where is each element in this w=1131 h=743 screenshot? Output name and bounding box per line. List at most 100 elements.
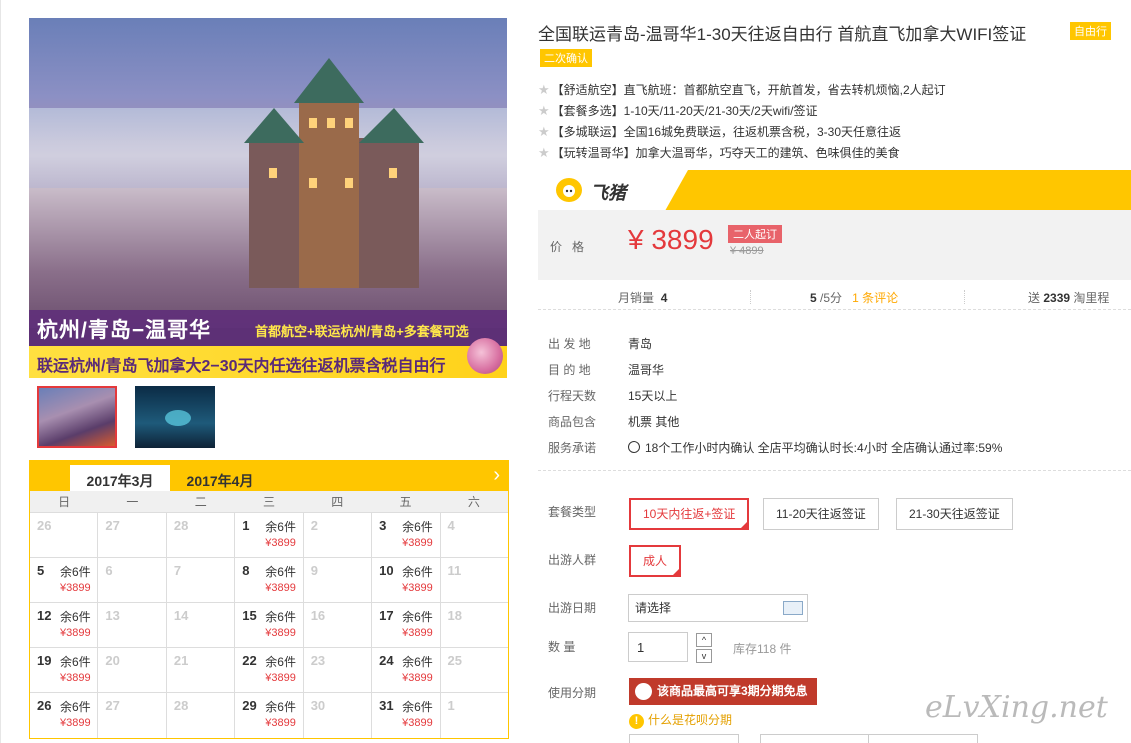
calendar-day-cell: 28 bbox=[167, 693, 236, 738]
calendar-day-cell: 20 bbox=[98, 648, 167, 692]
weekday: 四 bbox=[331, 495, 344, 509]
package-option-21-30day[interactable]: 21-30天往返签证 bbox=[896, 498, 1013, 530]
calendar-icon[interactable] bbox=[783, 601, 803, 615]
day-stock: 余6件 bbox=[265, 700, 296, 714]
stat-divider bbox=[750, 290, 751, 304]
day-number: 6 bbox=[105, 563, 113, 578]
thumbnail-2[interactable] bbox=[135, 386, 215, 448]
installment-plan-3[interactable] bbox=[868, 734, 978, 743]
info-row: 行程天数 15天以上 bbox=[548, 389, 678, 403]
weekday: 五 bbox=[399, 495, 412, 509]
badge-free-travel: 自由行 bbox=[1070, 22, 1111, 40]
info-row: 商品包含 机票 其他 bbox=[548, 415, 680, 429]
main-product-image[interactable]: 杭州/青岛−温哥华 首都航空+联运杭州/青岛+多套餐可选 联运杭州/青岛飞加拿大… bbox=[29, 18, 507, 378]
day-stock: 余6件 bbox=[402, 520, 433, 534]
huabei-help-link[interactable]: ! 什么是花呗分期 bbox=[629, 711, 732, 729]
day-price: ¥3899 bbox=[265, 537, 296, 549]
calendar-day-cell[interactable]: 10 余6件 ¥3899 bbox=[372, 558, 441, 602]
price-value: ¥ 3899 bbox=[628, 224, 714, 255]
calendar-day-cell[interactable]: 22 余6件 ¥3899 bbox=[235, 648, 304, 692]
rating: 5 /5分 1 条评论 bbox=[810, 291, 899, 305]
feature-item: ★ 【多城联运】全国16城免费联运，往返机票含税，3-30天任意往返 bbox=[538, 124, 902, 139]
day-number: 27 bbox=[105, 698, 120, 713]
check-circle-icon bbox=[628, 441, 640, 453]
day-number: 16 bbox=[310, 608, 326, 623]
mileage-gift: 送 2339 淘里程 bbox=[1028, 291, 1110, 305]
star-icon: ★ bbox=[538, 103, 550, 118]
quantity-up-button[interactable]: ^ bbox=[696, 633, 712, 647]
original-price: ¥ 4899 bbox=[730, 245, 764, 257]
travel-date-input[interactable]: 请选择 bbox=[628, 594, 808, 622]
day-number: 19 bbox=[37, 653, 52, 668]
calendar-day-cell[interactable]: 17 余6件 ¥3899 bbox=[372, 603, 441, 647]
quantity-label: 数 量 bbox=[548, 640, 576, 654]
calendar-day-cell[interactable]: 31 余6件 ¥3899 bbox=[372, 693, 441, 738]
info-icon: ! bbox=[629, 714, 644, 729]
installment-plan-2[interactable] bbox=[760, 734, 870, 743]
calendar-tab-april[interactable]: 2017年4月 bbox=[170, 465, 270, 491]
day-stock: 余6件 bbox=[402, 610, 433, 624]
brand-bar: 飞猪 bbox=[538, 170, 1131, 210]
day-number: 31 bbox=[379, 698, 394, 713]
weekday: 一 bbox=[126, 495, 139, 509]
quantity-input[interactable]: 1 bbox=[628, 632, 688, 662]
calendar-tab-march[interactable]: 2017年3月 bbox=[70, 465, 170, 491]
traveler-group-adult[interactable]: 成人 bbox=[629, 545, 682, 577]
calendar-day-cell[interactable]: 29 余6件 ¥3899 bbox=[235, 693, 304, 738]
day-price: ¥3899 bbox=[60, 717, 91, 729]
day-price: ¥3899 bbox=[60, 672, 91, 684]
calendar-day-cell[interactable]: 12 余6件 ¥3899 bbox=[30, 603, 99, 647]
calendar-day-cell[interactable]: 3 余6件 ¥3899 bbox=[372, 513, 441, 557]
section-divider bbox=[538, 470, 1131, 471]
calendar-day-cell: 6 bbox=[98, 558, 167, 602]
calendar-day-cell: 21 bbox=[167, 648, 236, 692]
sales-stats: 月销量 4 5 /5分 1 条评论 送 2339 淘里程 bbox=[538, 284, 1131, 310]
package-option-11-20day[interactable]: 11-20天往返签证 bbox=[763, 498, 879, 530]
day-price: ¥3899 bbox=[60, 582, 91, 594]
stat-divider bbox=[964, 290, 965, 304]
day-number: 9 bbox=[310, 563, 318, 578]
calendar-day-cell[interactable]: 1 余6件 ¥3899 bbox=[235, 513, 304, 557]
day-price: ¥3899 bbox=[402, 672, 433, 684]
weekday: 二 bbox=[194, 495, 207, 509]
installment-banner[interactable]: 该商品最高可享3期分期免息 bbox=[629, 678, 817, 705]
day-number: 10 bbox=[379, 563, 394, 578]
calendar-day-cell[interactable]: 5 余6件 ¥3899 bbox=[30, 558, 99, 602]
package-option-10day[interactable]: 10天内往返+签证 bbox=[629, 498, 750, 530]
calendar-day-cell: 25 bbox=[441, 648, 508, 692]
quantity-down-button[interactable]: v bbox=[696, 649, 712, 663]
day-number: 20 bbox=[105, 653, 120, 668]
calendar-header: 2017年3月 2017年4月 › bbox=[30, 461, 508, 491]
calendar-day-cell: 18 bbox=[441, 603, 508, 647]
review-link[interactable]: 1 条评论 bbox=[852, 291, 898, 305]
weekday: 三 bbox=[262, 495, 275, 509]
calendar-day-cell: 26 bbox=[30, 513, 99, 557]
package-label: 套餐类型 bbox=[548, 505, 597, 519]
star-icon: ★ bbox=[538, 145, 550, 160]
day-number: 30 bbox=[310, 698, 326, 713]
day-number: 27 bbox=[105, 518, 120, 533]
weekday: 六 bbox=[467, 495, 480, 509]
huabei-icon bbox=[635, 683, 652, 700]
calendar-day-cell[interactable]: 26 余6件 ¥3899 bbox=[30, 693, 99, 738]
day-number: 14 bbox=[173, 608, 189, 623]
day-number: 22 bbox=[242, 653, 257, 668]
weekday: 日 bbox=[58, 495, 71, 509]
feature-list: ★ 【舒适航空】直飞航班：首都航空直飞，开航首发，省去转机烦恼,2人起订 ★ 【套餐… bbox=[538, 79, 946, 163]
calendar-day-cell: 11 bbox=[441, 558, 508, 602]
thumbnail-1[interactable] bbox=[37, 386, 117, 448]
trip-info: 出 发 地青岛 目 的 地温哥华 行程天数 15天以上 商品包含 机票 其他 服务承… bbox=[548, 331, 1002, 461]
calendar-day-cell[interactable]: 24 余6件 ¥3899 bbox=[372, 648, 441, 692]
day-stock: 余6件 bbox=[60, 610, 91, 624]
calendar-day-cell: 1 bbox=[441, 693, 508, 738]
travel-date-label: 出游日期 bbox=[548, 601, 597, 615]
chevron-right-icon[interactable]: › bbox=[493, 464, 500, 487]
day-stock: 余6件 bbox=[402, 655, 433, 669]
calendar-day-cell[interactable]: 19 余6件 ¥3899 bbox=[30, 648, 99, 692]
image-banner-title: 杭州/青岛−温哥华 bbox=[37, 319, 212, 342]
installment-plan-1[interactable] bbox=[629, 734, 739, 743]
calendar-day-cell[interactable]: 8 余6件 ¥3899 bbox=[235, 558, 304, 602]
feature-item: ★ 【舒适航空】直飞航班：首都航空直飞，开航首发，省去转机烦恼,2人起订 bbox=[538, 82, 946, 97]
brand-name: 飞猪 bbox=[590, 183, 626, 203]
calendar-day-cell[interactable]: 15 余6件 ¥3899 bbox=[235, 603, 304, 647]
